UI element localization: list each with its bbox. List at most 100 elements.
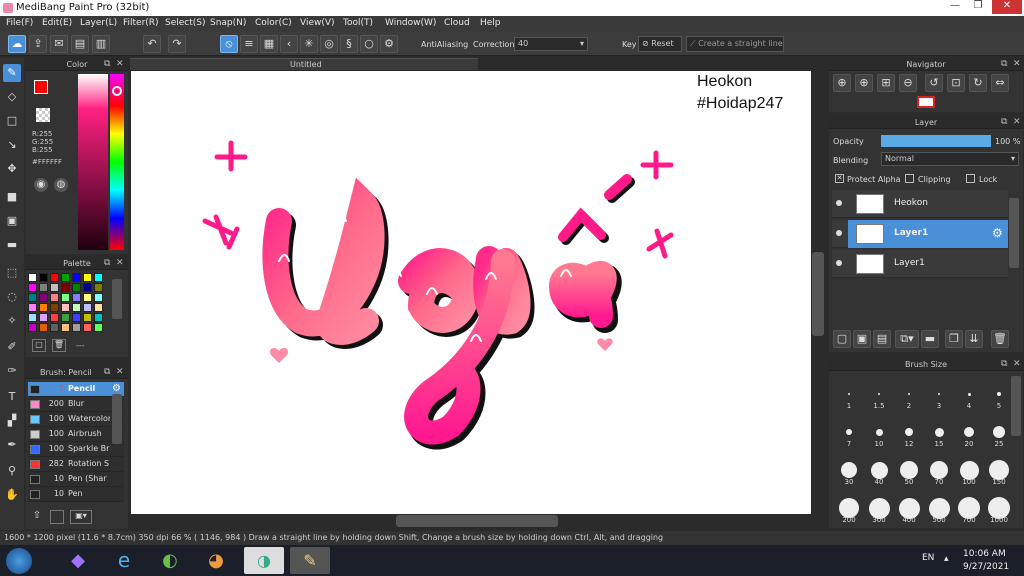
layer-settings-icon[interactable]: ⚙ — [992, 226, 1003, 240]
palette-swatch[interactable] — [39, 293, 48, 302]
redo-icon[interactable]: ↷ — [168, 35, 186, 53]
menu-view[interactable]: View(V) — [300, 18, 335, 28]
palette-swatch[interactable] — [83, 273, 92, 282]
new-layer-icon[interactable]: ▢ — [833, 330, 851, 348]
chrome-icon[interactable]: ◕ — [196, 547, 236, 574]
color-wheel-icon[interactable]: ◉ — [34, 178, 48, 192]
flip-icon[interactable]: ⇔ — [991, 74, 1009, 92]
divide-tool-icon[interactable]: ▞ — [3, 412, 21, 430]
fill-tool-icon[interactable]: ■ — [3, 188, 21, 206]
correction-select[interactable]: 40 ▾ — [514, 37, 588, 51]
close-icon[interactable]: ✕ — [1013, 116, 1021, 129]
menu-file[interactable]: File(F) — [6, 18, 33, 28]
circle-snap-icon[interactable]: ◎ — [320, 35, 338, 53]
cloud-icon[interactable]: ☁ — [8, 35, 26, 53]
duplicate-layer-icon[interactable]: ❐ — [945, 330, 963, 348]
close-icon[interactable]: ✕ — [116, 58, 124, 71]
menu-window[interactable]: Window(W) — [385, 18, 436, 28]
palette-swatch[interactable] — [28, 283, 37, 292]
color-set-icon[interactable]: ◍ — [54, 178, 68, 192]
palette-swatch[interactable] — [72, 313, 81, 322]
layer-scrollbar[interactable] — [1009, 198, 1019, 268]
add-palette-icon[interactable]: ▢ — [32, 339, 46, 352]
palette-swatch[interactable] — [61, 293, 70, 302]
snap-off-icon[interactable]: ⦸ — [220, 35, 238, 53]
paint-icon[interactable]: ✎ — [290, 547, 330, 574]
palette-swatch[interactable] — [83, 323, 92, 332]
hand-tool-icon[interactable]: ✋ — [3, 486, 21, 504]
brush-size-dot[interactable] — [848, 393, 850, 395]
text-tool-icon[interactable]: T — [3, 388, 21, 406]
minimize-icon[interactable]: — — [944, 0, 966, 14]
opacity-slider[interactable] — [881, 135, 991, 147]
start-button[interactable] — [6, 548, 32, 574]
palette-swatch[interactable] — [50, 283, 59, 292]
zoom-in-alt-icon[interactable]: ⊕ — [855, 74, 873, 92]
eyedropper-icon[interactable]: ✒ — [3, 436, 21, 454]
brush-size-dot[interactable] — [989, 460, 1009, 480]
layer-row[interactable]: Heokon — [832, 190, 1008, 218]
rotate-left-icon[interactable]: ↺ — [925, 74, 943, 92]
brush-item[interactable]: 200 Blur — [28, 397, 124, 412]
palette-swatch[interactable] — [61, 303, 70, 312]
canvas-tab[interactable]: Untitled — [130, 58, 478, 70]
popout-icon[interactable]: ⧉ — [104, 58, 110, 71]
brush-scrollbar[interactable] — [112, 394, 122, 444]
move-tool-icon[interactable]: ✥ — [3, 160, 21, 178]
radial-snap-icon[interactable]: ✳ — [300, 35, 318, 53]
popout-icon[interactable]: ⧉ — [1001, 358, 1007, 371]
close-icon[interactable]: ✕ — [116, 257, 124, 270]
visibility-icon[interactable] — [836, 200, 842, 206]
palette-swatch[interactable] — [72, 303, 81, 312]
brush-size-dot[interactable] — [967, 392, 971, 396]
menu-select[interactable]: Select(S) — [165, 18, 206, 28]
brush-item[interactable]: 10 Pen (Shar — [28, 472, 124, 487]
brush-size-dot[interactable] — [841, 462, 857, 478]
share-icon[interactable]: ⇪ — [29, 35, 47, 53]
palette-swatch[interactable] — [39, 313, 48, 322]
eraser-tool-icon[interactable]: ◇ — [3, 88, 21, 106]
brush-size-dot[interactable] — [908, 393, 910, 395]
language-indicator[interactable]: EN — [922, 553, 934, 563]
tray-arrow-icon[interactable]: ▴ — [944, 554, 949, 564]
menu-snap[interactable]: Snap(N) — [210, 18, 246, 28]
delete-palette-icon[interactable]: 🗑 — [52, 339, 66, 352]
menu-tool[interactable]: Tool(T) — [343, 18, 373, 28]
palette-swatch[interactable] — [83, 303, 92, 312]
select-eraser-icon[interactable]: ✑ — [3, 362, 21, 380]
lasso-tool-icon[interactable]: ◌ — [3, 288, 21, 306]
menu-edit[interactable]: Edit(E) — [42, 18, 72, 28]
vertical-scrollbar[interactable] — [812, 252, 824, 336]
brush-item[interactable]: 100 Airbrush — [28, 427, 124, 442]
zoom-out-icon[interactable]: ⊖ — [899, 74, 917, 92]
palette-swatch[interactable] — [94, 323, 103, 332]
brush-size-dot[interactable] — [839, 498, 859, 518]
select-tool-icon[interactable]: ⬚ — [3, 264, 21, 282]
brush-item[interactable]: 100 Watercolor — [28, 412, 124, 427]
primary-color[interactable] — [34, 80, 48, 94]
palette-swatch[interactable] — [83, 293, 92, 302]
visual-studio-icon[interactable]: ◆ — [58, 547, 98, 574]
transparent-swatch[interactable] — [36, 108, 50, 122]
maximize-icon[interactable]: ❐ — [967, 0, 989, 14]
merge-layer-icon[interactable]: ⇊ — [965, 330, 983, 348]
reset-button[interactable]: ⊘ Reset — [638, 36, 682, 52]
rotate-right-icon[interactable]: ↻ — [969, 74, 987, 92]
brush-size-dot[interactable] — [930, 461, 948, 479]
bucket-tool-icon[interactable]: ▣ — [3, 212, 21, 230]
dot-tool-icon[interactable]: ↘ — [3, 136, 21, 154]
add-brush-icon[interactable]: ⇧ — [30, 510, 44, 524]
palette-swatch[interactable] — [72, 323, 81, 332]
brush-size-dot[interactable] — [964, 427, 974, 437]
curve-snap-icon[interactable]: § — [340, 35, 358, 53]
palette-swatch[interactable] — [28, 323, 37, 332]
palette-swatch[interactable] — [94, 303, 103, 312]
gradient-tool-icon[interactable]: ▬ — [3, 236, 21, 254]
palette-swatch[interactable] — [50, 323, 59, 332]
brush-size-dot[interactable] — [997, 392, 1001, 396]
brush-size-scrollbar[interactable] — [1011, 376, 1021, 436]
brush-item[interactable]: 100 Sparkle Br — [28, 442, 124, 457]
brush-size-dot[interactable] — [938, 393, 940, 395]
brush-size-dot[interactable] — [959, 460, 979, 480]
brush-settings-icon[interactable]: ⚙ — [112, 383, 121, 394]
